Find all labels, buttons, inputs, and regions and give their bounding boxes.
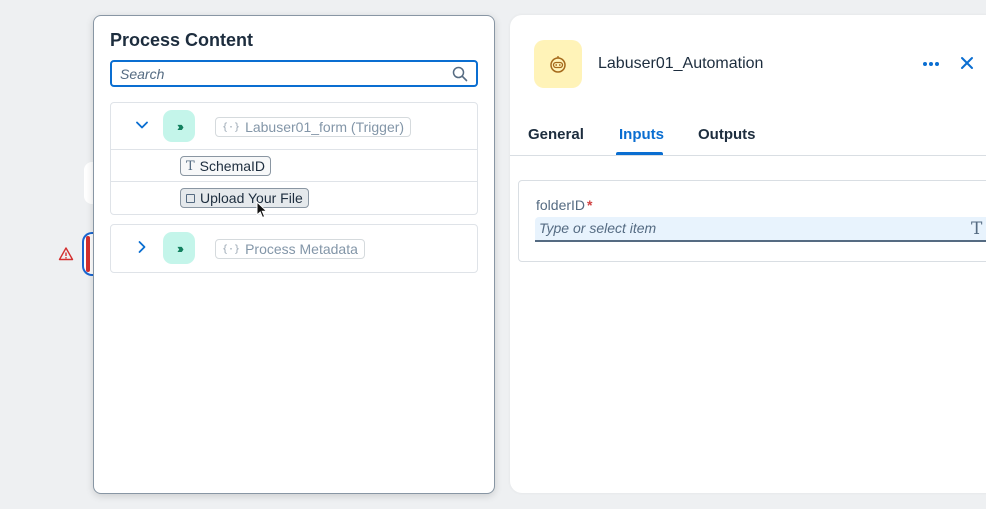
braces-icon: {·}	[222, 121, 241, 133]
step-chevrons-icon: ›››	[163, 232, 195, 264]
file-type-icon	[186, 193, 195, 203]
automation-avatar	[534, 40, 582, 88]
chevron-down-icon[interactable]	[135, 118, 149, 132]
group-chip: {·} Labuser01_form (Trigger)	[215, 117, 412, 137]
required-marker: *	[587, 197, 593, 213]
search-field[interactable]	[110, 60, 478, 87]
list-item[interactable]: Upload Your File	[111, 182, 477, 214]
text-type-icon: T	[186, 158, 195, 174]
list-item[interactable]: T SchemaID	[111, 150, 477, 182]
field-label: SchemaID	[199, 158, 266, 174]
group-label: Labuser01_form (Trigger)	[245, 119, 405, 135]
field-chip[interactable]: Upload Your File	[180, 188, 309, 208]
field-label-text: folderID	[536, 197, 586, 213]
mouse-cursor-icon	[256, 201, 268, 219]
panel-title: Process Content	[110, 30, 254, 50]
tab-bar: General Inputs Outputs	[510, 115, 986, 156]
folder-id-input[interactable]	[539, 220, 959, 236]
step-config-panel: Labuser01_Automation General Inputs Outp…	[510, 15, 986, 493]
warning-icon	[58, 247, 74, 261]
tab-general[interactable]: General	[528, 126, 584, 143]
braces-icon: {·}	[222, 243, 241, 255]
folder-id-label: folderID *	[536, 197, 592, 213]
text-type-icon[interactable]: T	[971, 219, 982, 239]
search-input[interactable]	[120, 66, 440, 82]
more-options-icon[interactable]	[922, 55, 940, 73]
search-icon[interactable]	[452, 66, 468, 82]
process-content-panel: Process Content ››› {·} Labuser01_form (…	[93, 15, 495, 494]
robot-icon	[550, 56, 566, 73]
step-chevrons-icon: ›››	[163, 110, 195, 142]
panel-title: Labuser01_Automation	[598, 55, 764, 72]
group-chip: {·} Process Metadata	[215, 239, 365, 259]
group-header[interactable]: ››› {·} Process Metadata	[111, 225, 477, 272]
group-header[interactable]: ››› {·} Labuser01_form (Trigger)	[111, 103, 477, 150]
trigger-group: ››› {·} Labuser01_form (Trigger) T Schem…	[110, 102, 478, 215]
inputs-form-card: folderID * T	[518, 180, 986, 262]
active-tab-indicator	[616, 152, 663, 155]
field-chip[interactable]: T SchemaID	[180, 156, 272, 176]
field-label: Upload Your File	[200, 190, 303, 206]
close-icon[interactable]	[960, 56, 974, 70]
metadata-group: ››› {·} Process Metadata	[110, 224, 478, 273]
group-label: Process Metadata	[245, 241, 358, 257]
tab-inputs[interactable]: Inputs	[619, 126, 664, 143]
folder-id-field[interactable]: T	[535, 217, 986, 242]
chevron-right-icon[interactable]	[135, 240, 149, 254]
tab-outputs[interactable]: Outputs	[698, 126, 756, 143]
